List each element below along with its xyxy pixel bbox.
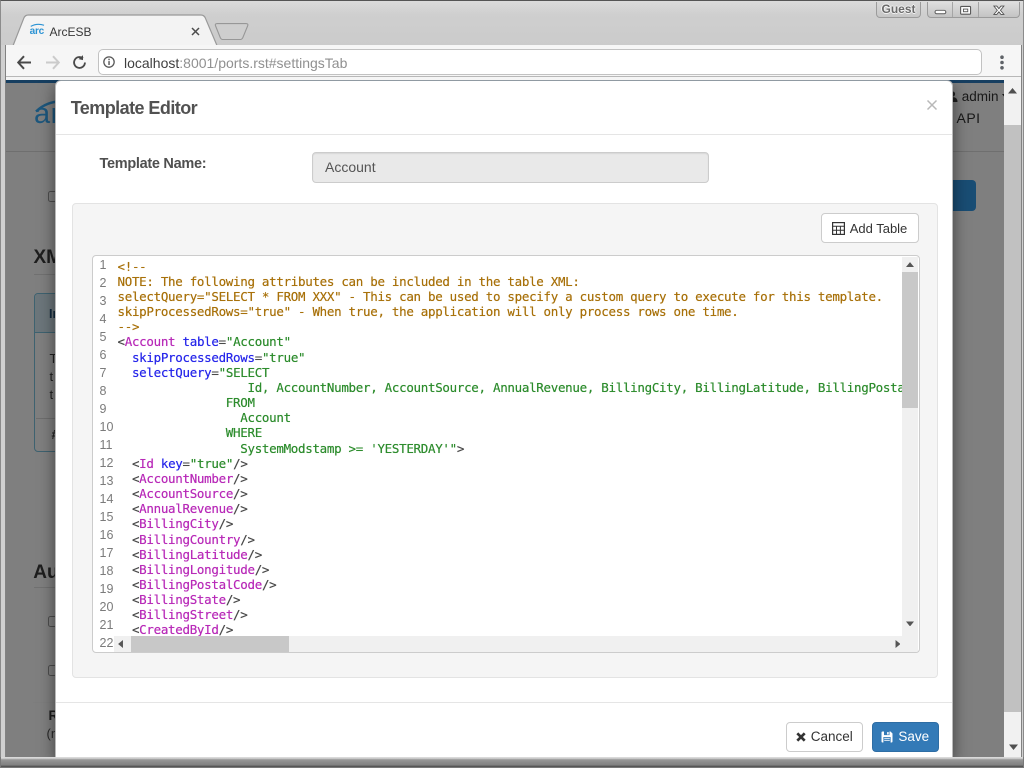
line-number: 3 — [99, 293, 107, 308]
code-line: <BillingLatitude/> — [117, 546, 262, 562]
line-number: 15 — [99, 510, 114, 525]
code-line: NOTE: The following attributes can be in… — [117, 273, 580, 289]
template-editor-modal: Template Editor Template Name: Account A… — [55, 80, 953, 758]
save-button[interactable]: Save — [872, 721, 939, 752]
code-line: Id, AccountNumber, AccountSource, Annual… — [247, 379, 902, 395]
code-line: selectQuery="SELECT * FROM XXX" - This c… — [117, 289, 884, 304]
code-line: <AccountSource/> — [117, 486, 248, 502]
editor-panel: Add Table 1 2 3 4 5 6 7 8 9 10 11 12 13 14 15 16 17 18 19 2… — [71, 202, 938, 678]
line-number: 10 — [99, 420, 114, 435]
titlebar: arc ArcESB Guest — [0, 0, 1024, 47]
editor-code: <!-- NOTE: The following attributes can b… — [118, 259, 903, 639]
code-line: <BillingLongitude/> — [117, 561, 270, 577]
editor-gutter: 1 2 3 4 5 6 7 8 9 10 11 12 13 14 15 16 17 18 19 20 21 22 — [99, 256, 114, 652]
editor-hthumb[interactable] — [130, 635, 289, 652]
browser-scrollbar[interactable] — [1004, 80, 1022, 757]
line-number: 16 — [99, 528, 114, 543]
scroll-down-icon[interactable] — [1008, 744, 1018, 751]
line-number: 18 — [99, 564, 114, 579]
code-line: Account — [117, 410, 291, 426]
cancel-button[interactable]: Cancel — [786, 721, 863, 752]
back-icon[interactable] — [16, 55, 32, 70]
code-line: <AccountNumber/> — [117, 470, 248, 486]
code-line: selectQuery="SELECT — [131, 364, 270, 380]
code-editor[interactable]: 1 2 3 4 5 6 7 8 9 10 11 12 13 14 15 16 17 18 19 20 21 22 <!--… — [92, 255, 920, 654]
scrollbar-thumb[interactable] — [1004, 124, 1022, 712]
add-table-button[interactable]: Add Table — [820, 213, 919, 244]
modal-close-icon[interactable] — [926, 99, 938, 111]
editor-vscrollbar[interactable] — [902, 256, 918, 638]
code-line: <BillingPostalCode/> — [117, 576, 277, 592]
code-line: skipProcessedRows="true" — [131, 349, 306, 365]
minimize-button[interactable] — [928, 2, 954, 18]
cancel-x-icon — [796, 732, 806, 742]
line-number: 19 — [99, 582, 114, 597]
table-icon — [831, 221, 845, 235]
line-number: 13 — [99, 474, 114, 489]
line-number: 7 — [99, 365, 107, 380]
save-floppy-icon — [881, 731, 893, 743]
page-info-icon[interactable] — [103, 56, 116, 69]
reload-icon[interactable] — [72, 54, 87, 70]
url-text[interactable]: localhost:8001/ports.rst#settingsTab — [124, 55, 347, 71]
guest-profile-button[interactable]: Guest — [876, 2, 921, 18]
code-line: <BillingCity/> — [117, 516, 234, 532]
browser-menu-icon[interactable] — [999, 55, 1004, 70]
arcesb-favicon: arc — [30, 23, 45, 37]
line-number: 22 — [99, 636, 114, 651]
editor-hscrollbar[interactable] — [113, 635, 904, 652]
close-window-button[interactable] — [979, 2, 1019, 17]
template-name-input[interactable]: Account — [312, 151, 709, 183]
line-number: 21 — [99, 618, 114, 633]
new-tab-button[interactable] — [214, 22, 249, 41]
line-number: 4 — [99, 311, 107, 326]
favicon-text: arc — [30, 26, 45, 37]
editor-vthumb[interactable] — [902, 272, 918, 409]
code-line: SystemModstamp >= 'YESTERDAY'"> — [117, 440, 465, 456]
forward-icon[interactable] — [45, 55, 60, 70]
line-number: 1 — [99, 257, 107, 272]
code-line: <BillingStreet/> — [117, 607, 248, 623]
code-line: <Id key="true"/> — [117, 455, 248, 471]
line-number: 8 — [99, 384, 107, 399]
line-number: 9 — [99, 402, 107, 417]
browser-window: arc ArcESB Guest localhost:8001/ports.rs… — [0, 0, 1024, 768]
template-name-label: Template Name: — [99, 155, 207, 172]
code-line: <AnnualRevenue/> — [117, 501, 248, 517]
tab-close-icon[interactable] — [190, 27, 200, 36]
code-line: <BillingState/> — [117, 592, 241, 608]
line-number: 17 — [99, 546, 114, 561]
line-number: 2 — [99, 275, 107, 290]
scroll-up-icon[interactable] — [1008, 87, 1018, 94]
line-number: 14 — [99, 492, 114, 507]
line-number: 5 — [99, 329, 107, 344]
window-controls — [926, 2, 1021, 19]
code-line: --> — [117, 319, 140, 335]
code-line: <!-- — [117, 258, 147, 274]
modal-title: Template Editor — [70, 97, 198, 118]
line-number: 11 — [99, 438, 113, 453]
maximize-button[interactable] — [953, 2, 980, 18]
code-line: skipProcessedRows="true" - When true, th… — [117, 304, 739, 320]
code-line: FROM — [117, 395, 255, 411]
code-line: WHERE — [117, 425, 262, 441]
tab-title: ArcESB — [49, 24, 92, 39]
code-line: <BillingCountry/> — [117, 531, 255, 547]
line-number: 12 — [99, 456, 114, 471]
line-number: 20 — [99, 600, 114, 615]
line-number: 6 — [99, 347, 107, 362]
code-line: <Account table="Account" — [117, 334, 292, 350]
